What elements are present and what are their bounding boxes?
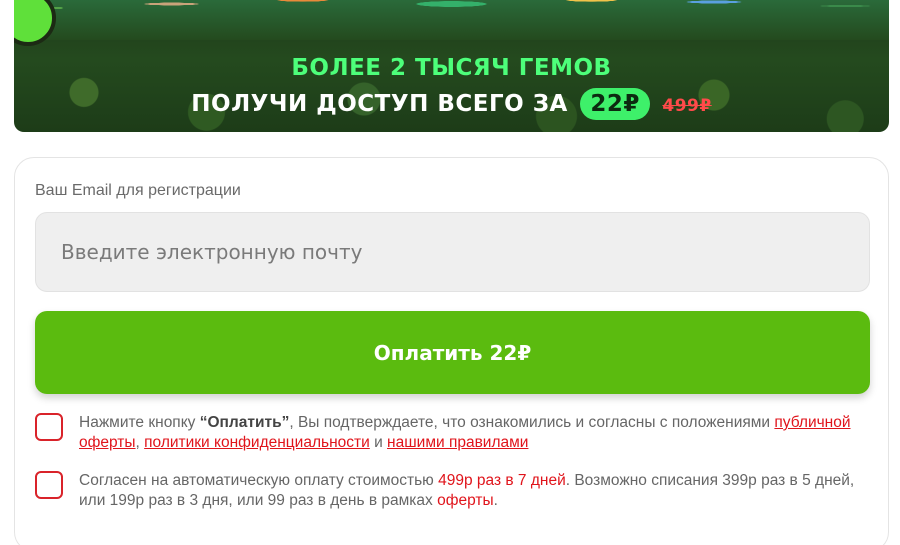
consent-text-bold: “Оплатить” <box>199 414 290 431</box>
offer-link[interactable]: оферты <box>437 492 494 509</box>
consent-text-part: и <box>369 434 388 451</box>
old-price: 499₽ <box>662 96 712 116</box>
consent-text-part: . <box>493 492 498 509</box>
autopay-consent-text: Согласен на автоматическую оплату стоимо… <box>79 471 874 511</box>
privacy-policy-link[interactable]: политики конфиденциальности <box>144 434 370 451</box>
offer-consent-checkbox[interactable] <box>35 413 63 441</box>
email-field[interactable] <box>35 212 870 292</box>
email-label: Ваш Email для регистрации <box>35 182 241 199</box>
pay-button[interactable]: Оплатить 22₽ <box>35 311 870 394</box>
banner-headline: БОЛЕЕ 2 ТЫСЯЧ ГЕМОВ <box>291 55 612 81</box>
offer-consent-text: Нажмите кнопку “Оплатить”, Вы подтвержда… <box>79 413 874 453</box>
consent-text-part: , Вы подтверждаете, что ознакомились и с… <box>289 414 775 431</box>
autopay-price-highlight: 499р раз в 7 дней <box>438 472 566 489</box>
consent-text-part: Нажмите кнопку <box>79 414 200 431</box>
consent-text-part: , <box>135 434 145 451</box>
new-price-badge: 22₽ <box>580 88 650 120</box>
autopay-consent-checkbox[interactable] <box>35 471 63 499</box>
banner-subheadline-text: ПОЛУЧИ ДОСТУП ВСЕГО ЗА <box>191 91 568 117</box>
rules-link[interactable]: нашими правилами <box>387 434 528 451</box>
promo-banner: БОЛЕЕ 2 ТЫСЯЧ ГЕМОВ ПОЛУЧИ ДОСТУП ВСЕГО … <box>14 0 889 132</box>
banner-subheadline: ПОЛУЧИ ДОСТУП ВСЕГО ЗА 22₽ 499₽ <box>14 88 889 120</box>
banner-artwork <box>14 0 889 40</box>
registration-form: Ваш Email для регистрации Оплатить 22₽ Н… <box>14 157 889 545</box>
consent-text-part: Согласен на автоматическую оплату стоимо… <box>79 472 439 489</box>
